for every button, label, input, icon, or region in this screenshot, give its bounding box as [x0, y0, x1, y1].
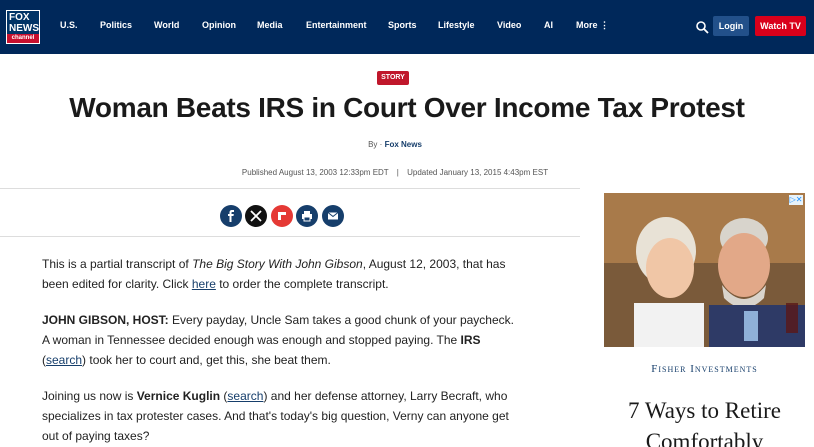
- byline: By · Fox News: [0, 140, 790, 149]
- nav-link-us[interactable]: U.S.: [60, 20, 78, 30]
- p3-text-a: Joining us now is: [42, 389, 137, 403]
- search-icon[interactable]: [695, 20, 709, 34]
- p2-text-c: ) took her to court and, get this, she b…: [82, 353, 331, 367]
- nav-link-sports[interactable]: Sports: [388, 20, 417, 30]
- article-paragraph-3: Joining us now is Vernice Kuglin (search…: [42, 386, 522, 446]
- article-dates: Published August 13, 2003 12:33pm EDT | …: [0, 168, 790, 177]
- nav-link-media[interactable]: Media: [257, 20, 283, 30]
- byline-author[interactable]: Fox News: [385, 140, 422, 149]
- article-paragraph-1: This is a partial transcript of The Big …: [42, 254, 522, 294]
- logo-subtext: channel: [7, 34, 39, 43]
- story-badge: STORY: [377, 71, 409, 85]
- nav-link-opinion[interactable]: Opinion: [202, 20, 236, 30]
- ad-photo-illustration: [604, 193, 805, 347]
- x-share-icon[interactable]: [245, 205, 267, 227]
- facebook-share-icon[interactable]: [220, 205, 242, 227]
- ad-photo[interactable]: ▷✕: [604, 193, 805, 347]
- nav-link-more-label: More: [576, 20, 598, 30]
- divider-top: [0, 188, 580, 189]
- nav-link-more[interactable]: More ⋮: [576, 20, 609, 31]
- nav-link-politics[interactable]: Politics: [100, 20, 132, 30]
- advertisement[interactable]: ▷✕ Fisher Investments 7 Ways to Retire C…: [604, 193, 805, 447]
- fox-news-logo[interactable]: FOX NEWS channel: [6, 10, 40, 44]
- date-separator: |: [396, 168, 399, 177]
- p1-text-c: to order the complete transcript.: [215, 277, 389, 291]
- guest-name: Vernice Kuglin: [136, 389, 221, 403]
- search-link-kuglin[interactable]: search: [227, 389, 263, 403]
- published-date: Published August 13, 2003 12:33pm EDT: [241, 168, 389, 177]
- byline-by: By: [368, 140, 378, 149]
- show-title: The Big Story With John Gibson: [192, 257, 363, 271]
- transcript-link[interactable]: here: [192, 277, 216, 291]
- logo-text: FOX NEWS: [7, 11, 39, 34]
- speaker-label: JOHN GIBSON, HOST:: [42, 313, 169, 327]
- ad-headline-line2[interactable]: Comfortably: [604, 429, 805, 447]
- divider-bottom: [0, 236, 580, 237]
- flipboard-share-icon[interactable]: [271, 205, 293, 227]
- nav-link-world[interactable]: World: [154, 20, 179, 30]
- top-nav: FOX NEWS channel U.S. Politics World Opi…: [0, 0, 814, 54]
- nav-link-entertainment[interactable]: Entertainment: [306, 20, 367, 30]
- print-icon[interactable]: [296, 205, 318, 227]
- article-headline: Woman Beats IRS in Court Over Income Tax…: [69, 92, 745, 123]
- watch-tv-button[interactable]: Watch TV: [755, 16, 806, 36]
- p1-text-a: This is a partial transcript of: [42, 257, 193, 271]
- nav-link-lifestyle[interactable]: Lifestyle: [438, 20, 475, 30]
- updated-date: Updated January 13, 2015 4:43pm EST: [407, 168, 549, 177]
- more-dots-icon: ⋮: [600, 20, 610, 30]
- ad-brand: Fisher Investments: [651, 363, 758, 375]
- search-link-irs[interactable]: search: [46, 353, 82, 367]
- email-share-icon[interactable]: [322, 205, 344, 227]
- ad-headline[interactable]: 7 Ways to Retire: [604, 398, 805, 424]
- article-paragraph-2: JOHN GIBSON, HOST: Every payday, Uncle S…: [42, 310, 522, 370]
- login-button[interactable]: Login: [713, 16, 749, 36]
- nav-link-ai[interactable]: AI: [544, 20, 553, 30]
- ad-choices-icon[interactable]: ▷✕: [789, 195, 803, 205]
- nav-link-video[interactable]: Video: [497, 20, 521, 30]
- irs-term: IRS: [460, 333, 481, 347]
